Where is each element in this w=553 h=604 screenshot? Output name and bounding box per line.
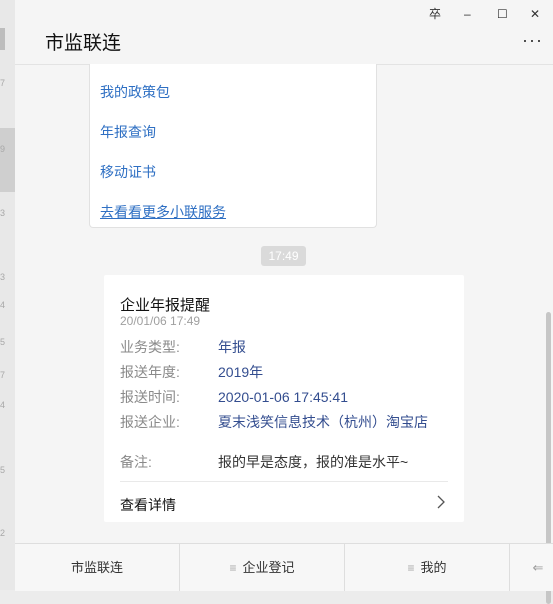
strip-number: 5 bbox=[0, 465, 6, 475]
row-value: 年报 bbox=[218, 339, 246, 355]
view-details-link[interactable]: 查看详情 bbox=[120, 495, 176, 515]
chat-scrollbar[interactable] bbox=[543, 64, 553, 604]
menu-link-annual-report-query[interactable]: 年报查询 bbox=[100, 122, 156, 142]
background-window-strip: 7 9 3 3 4 5 7 4 5 2 bbox=[0, 0, 16, 590]
notice-title: 企业年报提醒 bbox=[120, 297, 211, 314]
strip-number: 4 bbox=[0, 300, 6, 310]
tab-divider bbox=[509, 544, 510, 591]
service-menu-card: 我的政策包 年报查询 移动证书 去看看更多小联服务 bbox=[89, 64, 377, 228]
card-divider bbox=[120, 481, 448, 482]
notice-row-report-time: 报送时间: 2020-01-06 17:45:41 bbox=[120, 388, 348, 406]
menu-icon: ≡ bbox=[407, 561, 415, 575]
tab-label: 企业登记 bbox=[242, 560, 295, 575]
close-button[interactable]: ✕ bbox=[530, 6, 540, 22]
annual-report-notice-card: 企业年报提醒 20/01/06 17:49 业务类型: 年报 报送年度: 2019年… bbox=[104, 275, 464, 522]
maximize-button[interactable]: ☐ bbox=[497, 6, 508, 22]
row-value: 夏末浅笑信息技术（杭州）淘宝店 bbox=[218, 414, 428, 430]
row-value: 2020-01-06 17:45:41 bbox=[218, 389, 348, 405]
tab-label: 我的 bbox=[420, 560, 447, 575]
strip-number: 7 bbox=[0, 370, 6, 380]
tab-label: 市监联连 bbox=[70, 560, 123, 575]
menu-icon: ≡ bbox=[229, 561, 237, 575]
row-label: 备注: bbox=[120, 454, 152, 470]
row-label: 报送年度: bbox=[120, 364, 180, 380]
strip-highlight bbox=[0, 128, 15, 192]
message-timestamp: 17:49 bbox=[261, 246, 306, 266]
row-label: 报送时间: bbox=[120, 389, 180, 405]
row-value: 2019年 bbox=[218, 364, 264, 380]
notice-time: 20/01/06 17:49 bbox=[120, 314, 201, 328]
strip-number: 3 bbox=[0, 208, 6, 218]
bottom-menu-bar: 市监联连 ≡ 企业登记 ≡ 我的 ⇐ bbox=[15, 543, 553, 591]
strip-number: 4 bbox=[0, 400, 6, 410]
menu-link-more-services[interactable]: 去看看更多小联服务 bbox=[100, 202, 226, 222]
notice-row-remark: 备注: 报的早是态度，报的准是水平~ bbox=[120, 453, 408, 471]
strip-marker bbox=[0, 28, 5, 50]
menu-tab-home[interactable]: 市监联连 bbox=[15, 544, 179, 591]
strip-number: 9 bbox=[0, 144, 6, 154]
menu-link-policy[interactable]: 我的政策包 bbox=[100, 82, 170, 102]
notice-row-business-type: 业务类型: 年报 bbox=[120, 338, 246, 356]
strip-number: 5 bbox=[0, 337, 6, 347]
strip-number: 7 bbox=[0, 78, 6, 88]
row-label: 业务类型: bbox=[120, 339, 180, 355]
menu-tab-enterprise-registration[interactable]: ≡ 企业登记 bbox=[180, 544, 344, 591]
row-value: 报的早是态度，报的准是水平~ bbox=[218, 454, 409, 470]
keyboard-toggle-icon[interactable]: ⇐ bbox=[525, 544, 551, 591]
chevron-right-icon[interactable] bbox=[434, 494, 448, 510]
chat-window: 卒 – ☐ ✕ 市监联连 ··· 我的政策包 年报查询 移动证书 去看看更多小联… bbox=[15, 0, 553, 604]
minimize-button[interactable]: – bbox=[464, 6, 471, 22]
window-title: 市监联连 bbox=[45, 33, 122, 54]
more-options-button[interactable]: ··· bbox=[522, 30, 543, 51]
notice-row-enterprise: 报送企业: 夏末浅笑信息技术（杭州）淘宝店 bbox=[120, 413, 428, 431]
menu-tab-mine[interactable]: ≡ 我的 bbox=[345, 544, 509, 591]
strip-number: 2 bbox=[0, 528, 6, 538]
row-label: 报送企业: bbox=[120, 414, 180, 430]
pin-button[interactable]: 卒 bbox=[429, 6, 441, 22]
menu-link-mobile-certificate[interactable]: 移动证书 bbox=[100, 162, 156, 182]
notice-row-report-year: 报送年度: 2019年 bbox=[120, 363, 263, 381]
strip-number: 3 bbox=[0, 272, 6, 282]
